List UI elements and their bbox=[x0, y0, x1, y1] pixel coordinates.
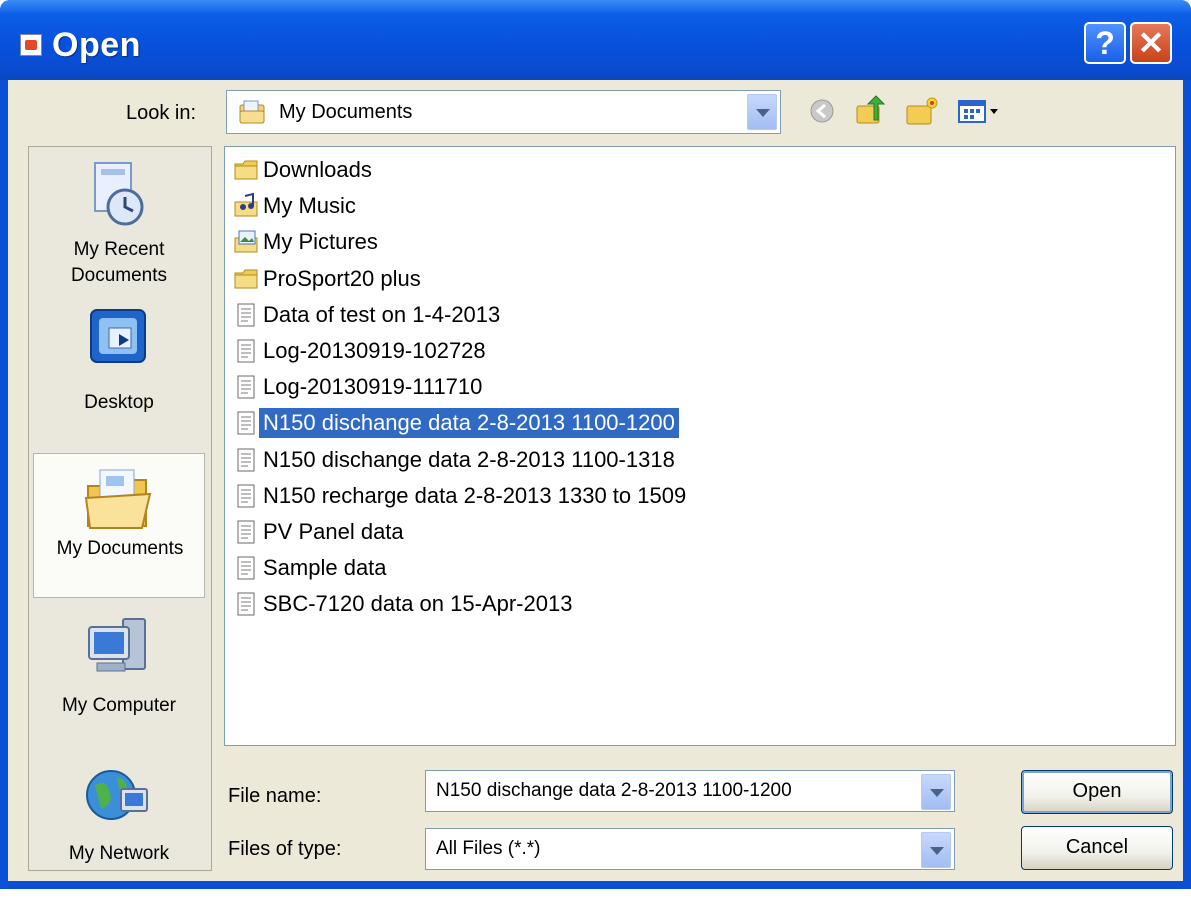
file-list-item[interactable]: ProSport20 plus bbox=[233, 262, 425, 296]
file-name-value: N150 dischange data 2-8-2013 1100-1200 bbox=[436, 780, 792, 801]
file-name-text: Log-20130919-111710 bbox=[263, 374, 483, 400]
back-icon[interactable] bbox=[806, 94, 838, 128]
file-name-text: My Music bbox=[263, 193, 356, 219]
chevron-down-icon[interactable] bbox=[747, 94, 777, 130]
text-file-icon bbox=[233, 590, 259, 618]
desktop-icon bbox=[90, 309, 146, 363]
text-file-icon bbox=[233, 409, 259, 437]
look-in-value: My Documents bbox=[279, 101, 413, 123]
file-name-combo[interactable]: N150 dischange data 2-8-2013 1100-1200 bbox=[425, 770, 955, 812]
places-my-network-label: My Network bbox=[68, 843, 170, 864]
cancel-button[interactable]: Cancel bbox=[1021, 826, 1173, 870]
view-menu-icon[interactable] bbox=[956, 94, 1002, 128]
file-name-text: Log-20130919-102728 bbox=[263, 338, 486, 363]
file-name-text: Sample data bbox=[263, 555, 387, 581]
file-list-item[interactable]: Log-20130919-102728 bbox=[233, 334, 490, 368]
chevron-down-icon[interactable] bbox=[921, 832, 951, 868]
chevron-down-icon[interactable] bbox=[921, 774, 951, 810]
places-recent-documents[interactable]: My Recent Documents bbox=[33, 157, 205, 302]
file-list-item[interactable]: My Music bbox=[233, 189, 360, 223]
folder-icon bbox=[233, 265, 259, 293]
file-list-item[interactable]: N150 dischange data 2-8-2013 1100-1200 bbox=[233, 406, 679, 440]
places-desktop-label: Desktop bbox=[84, 392, 154, 413]
text-file-icon bbox=[233, 446, 259, 474]
text-file-icon bbox=[233, 301, 259, 329]
folder-icon bbox=[233, 156, 259, 184]
places-bar: My Recent Documents Desktop My Documents… bbox=[28, 146, 212, 871]
file-list-item[interactable]: N150 recharge data 2-8-2013 1330 to 1509 bbox=[233, 479, 690, 513]
files-of-type-value: All Files (*.*) bbox=[436, 838, 541, 859]
text-file-icon bbox=[233, 482, 259, 510]
places-my-documents-label: My Documents bbox=[56, 538, 184, 559]
look-in-combo[interactable]: My Documents bbox=[226, 90, 781, 134]
file-name-text: Downloads bbox=[263, 157, 372, 182]
file-name-text: My Pictures bbox=[263, 229, 378, 255]
my-documents-small-icon bbox=[239, 100, 265, 124]
places-desktop[interactable]: Desktop bbox=[33, 302, 205, 447]
recent-documents-icon bbox=[94, 162, 144, 226]
look-in-label: Look in: bbox=[126, 102, 197, 124]
file-name-text: N150 dischange data 2-8-2013 1100-1200 bbox=[259, 408, 679, 439]
file-list-item[interactable]: Log-20130919-111710 bbox=[233, 370, 486, 404]
file-list-item[interactable]: My Pictures bbox=[233, 225, 382, 259]
files-of-type-label: Files of type: bbox=[228, 838, 342, 860]
text-file-icon bbox=[233, 373, 259, 401]
files-of-type-combo[interactable]: All Files (*.*) bbox=[425, 828, 955, 870]
file-name-label: File name: bbox=[228, 785, 322, 807]
file-list-item[interactable]: PV Panel data bbox=[233, 515, 408, 549]
my-computer-icon bbox=[88, 618, 146, 672]
window-title: Open bbox=[52, 26, 141, 64]
my-documents-icon bbox=[84, 469, 152, 529]
text-file-icon bbox=[233, 554, 259, 582]
pictures-folder-icon bbox=[233, 228, 259, 256]
close-button[interactable]: ✕ bbox=[1130, 22, 1172, 64]
file-list-item[interactable]: Data of test on 1-4-2013 bbox=[233, 298, 504, 332]
file-name-text: Data of test on 1-4-2013 bbox=[263, 301, 501, 327]
text-file-icon bbox=[233, 518, 259, 546]
file-name-text: ProSport20 plus bbox=[263, 265, 421, 291]
file-list[interactable]: Downloads My Music My Pictures ProSport20 p… bbox=[224, 146, 1176, 746]
places-my-network[interactable]: My Network bbox=[33, 759, 205, 904]
places-my-documents[interactable]: My Documents bbox=[33, 453, 205, 598]
file-list-item[interactable]: SBC-7120 data on 15-Apr-2013 bbox=[233, 587, 576, 621]
create-new-folder-icon[interactable] bbox=[904, 94, 940, 128]
text-file-icon bbox=[233, 337, 259, 365]
file-list-item[interactable]: Downloads bbox=[233, 153, 376, 187]
file-name-text: N150 dischange data 2-8-2013 1100-1318 bbox=[263, 446, 675, 472]
file-name-text: SBC-7120 data on 15-Apr-2013 bbox=[263, 591, 573, 617]
title-bar[interactable]: Open ? ✕ bbox=[0, 0, 1191, 80]
places-recent-label: My Recent Documents bbox=[70, 239, 168, 286]
help-button[interactable]: ? bbox=[1084, 22, 1126, 64]
file-list-item[interactable]: N150 dischange data 2-8-2013 1100-1318 bbox=[233, 443, 679, 477]
open-dialog: Open ? ✕ Look in: My Documents My Recent… bbox=[0, 0, 1191, 889]
file-name-text: N150 recharge data 2-8-2013 1330 to 1509 bbox=[263, 482, 687, 508]
app-icon bbox=[20, 34, 42, 56]
open-button[interactable]: Open bbox=[1021, 770, 1173, 814]
places-my-computer-label: My Computer bbox=[61, 695, 177, 716]
dialog-body: Look in: My Documents My Recent Document… bbox=[8, 80, 1183, 881]
file-name-text: PV Panel data bbox=[263, 519, 404, 544]
music-folder-icon bbox=[233, 192, 259, 220]
file-list-item[interactable]: Sample data bbox=[233, 551, 391, 585]
my-network-icon bbox=[86, 770, 148, 820]
up-one-level-icon[interactable] bbox=[854, 94, 888, 128]
places-my-computer[interactable]: My Computer bbox=[33, 607, 205, 752]
